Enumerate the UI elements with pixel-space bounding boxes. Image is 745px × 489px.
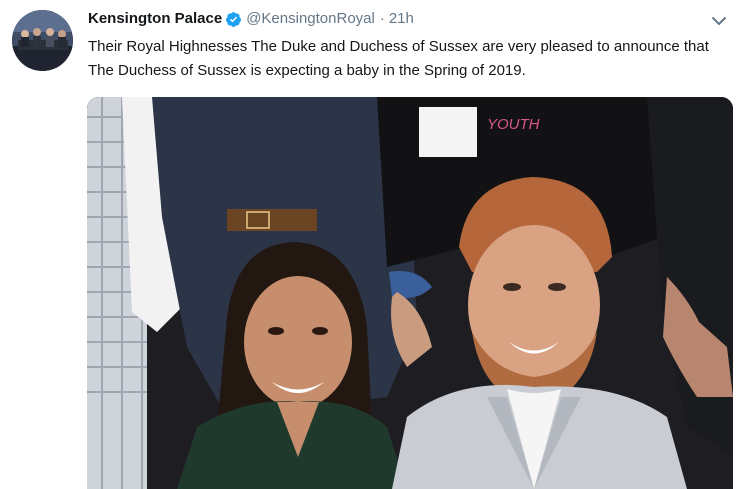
tweet-header: Kensington Palace @KensingtonRoyal · 21h [88,9,414,29]
chevron-down-icon[interactable] [709,11,729,31]
tweet-card: Kensington Palace @KensingtonRoyal · 21h… [0,0,745,489]
tweet-photo[interactable]: YOUTH [87,97,733,489]
tweet-timestamp[interactable]: 21h [389,9,414,29]
photo-badge-text: YOUTH [487,116,540,133]
header-separator: · [379,10,385,27]
verified-badge-icon [225,11,242,28]
author-handle[interactable]: @KensingtonRoyal [246,9,375,29]
tweet-text: Their Royal Highnesses The Duke and Duch… [88,38,709,79]
profile-avatar[interactable] [12,10,73,71]
author-name[interactable]: Kensington Palace [88,9,222,29]
